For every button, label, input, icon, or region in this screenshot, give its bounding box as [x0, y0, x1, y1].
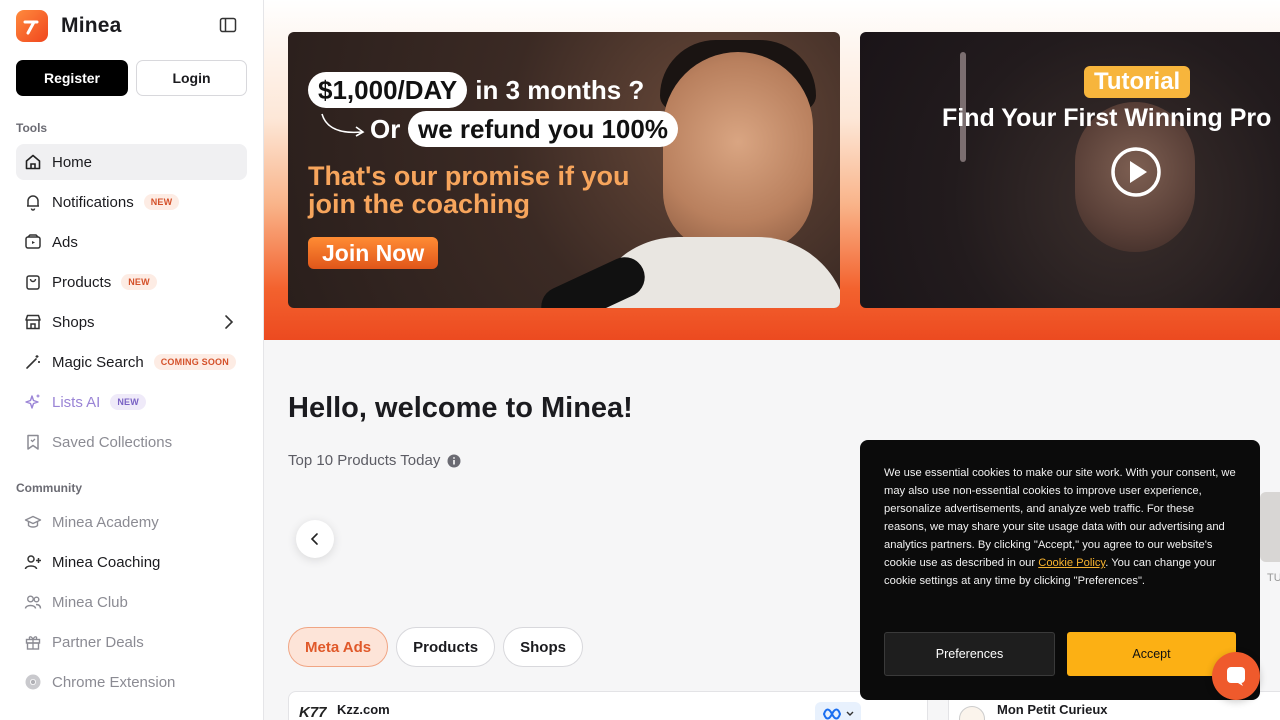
hero-banners: $1,000/DAY in 3 months ? Or we refund yo… — [264, 0, 1280, 340]
chat-icon — [1227, 667, 1245, 686]
store-icon — [24, 313, 42, 331]
minea-logo-icon — [16, 10, 48, 42]
magic-wand-icon — [24, 353, 42, 371]
brand[interactable]: Minea — [16, 10, 122, 42]
sidebar-item-label: Ads — [52, 233, 78, 251]
shop-logo: K77 — [299, 704, 327, 720]
feed-tabs: Meta Ads Products Shops — [288, 627, 583, 667]
headline-text: in 3 months ? — [475, 74, 645, 105]
register-button[interactable]: Register — [16, 60, 128, 96]
ads-icon — [24, 233, 42, 251]
new-badge: NEW — [110, 394, 146, 410]
coaching-banner[interactable]: $1,000/DAY in 3 months ? Or we refund yo… — [288, 32, 840, 308]
sidebar-item-label: Home — [52, 153, 93, 171]
sidebar-item-magic-search[interactable]: Magic Search COMING SOON — [16, 344, 247, 380]
sidebar-item-label: Minea Coaching — [52, 553, 161, 571]
person-photo — [663, 52, 813, 252]
section-community-label: Community — [16, 481, 82, 495]
tab-products[interactable]: Products — [396, 627, 496, 667]
bookmark-icon — [24, 433, 42, 451]
sidebar: Minea Register Login Tools Home Notifica… — [0, 0, 264, 720]
sidebar-item-notifications[interactable]: Notifications NEW — [16, 184, 247, 220]
shopping-bag-icon — [24, 273, 42, 291]
sidebar-item-label: Minea Club — [52, 593, 128, 611]
chrome-icon — [24, 673, 42, 691]
sidebar-item-shops[interactable]: Shops — [16, 304, 247, 340]
arrow-icon — [321, 113, 365, 137]
chat-button[interactable] — [1212, 652, 1260, 700]
brand-name: Minea — [61, 14, 122, 37]
play-icon[interactable] — [1110, 146, 1162, 198]
user-plus-icon — [24, 553, 42, 571]
page-title: Hello, welcome to Minea! — [288, 392, 633, 424]
sidebar-item-saved-collections[interactable]: Saved Collections — [16, 424, 247, 460]
sidebar-item-products[interactable]: Products NEW — [16, 264, 247, 300]
section-tools-label: Tools — [16, 121, 48, 135]
login-button[interactable]: Login — [136, 60, 247, 96]
sidebar-item-label: Saved Collections — [52, 433, 173, 451]
sidebar-collapse-icon[interactable] — [219, 16, 239, 36]
home-icon — [24, 153, 42, 171]
shop-name: Mon Petit Curieux — [997, 702, 1108, 717]
sidebar-item-label: Notifications — [52, 193, 134, 211]
tab-shops[interactable]: Shops — [503, 627, 583, 667]
sidebar-item-label: Partner Deals — [52, 633, 144, 651]
preferences-button[interactable]: Preferences — [884, 632, 1055, 676]
sidebar-item-club[interactable]: Minea Club — [16, 584, 247, 620]
users-icon — [24, 593, 42, 611]
or-text: Or — [370, 114, 401, 144]
shop-name: Kzz.com — [337, 702, 390, 717]
top-products-label: Top 10 Products Today — [288, 452, 441, 469]
sidebar-item-label: Lists AI — [52, 393, 101, 411]
accept-button[interactable]: Accept — [1067, 632, 1236, 676]
coming-soon-badge: COMING SOON — [153, 354, 236, 370]
ad-card[interactable]: K77 Kzz.com — [288, 691, 928, 720]
tutorial-banner[interactable]: Tutorial Find Your First Winning Pro — [860, 32, 1280, 308]
tutorial-title: Find Your First Winning Pro — [942, 104, 1272, 132]
sidebar-item-label: Products — [52, 273, 112, 291]
refund-pill: we refund you 100% — [408, 111, 678, 147]
chevron-left-icon — [310, 533, 318, 545]
bell-icon — [24, 193, 42, 211]
sidebar-item-label: Minea Academy — [52, 513, 159, 531]
sidebar-item-lists-ai[interactable]: Lists AI NEW — [16, 384, 247, 420]
meta-icon — [822, 708, 854, 720]
graduation-cap-icon — [24, 513, 42, 531]
top-products-header: Top 10 Products Today — [288, 452, 461, 469]
carousel-prev-button[interactable] — [296, 520, 334, 558]
tutorial-tag: Tutorial — [1084, 66, 1191, 98]
cookie-policy-link[interactable]: Cookie Policy — [1038, 557, 1105, 569]
product-card-peek[interactable] — [1260, 492, 1280, 562]
cookie-text-part: We use essential cookies to make our sit… — [884, 467, 1236, 569]
sidebar-item-label: Chrome Extension — [52, 673, 176, 691]
new-badge: NEW — [121, 274, 157, 290]
sparkle-icon — [24, 393, 42, 411]
product-card-peek-text: TU — [1267, 572, 1280, 584]
sidebar-item-home[interactable]: Home — [16, 144, 247, 180]
sidebar-item-coaching[interactable]: Minea Coaching — [16, 544, 247, 580]
sidebar-item-label: Shops — [52, 313, 95, 331]
new-badge: NEW — [143, 194, 180, 210]
banner-headline: $1,000/DAY in 3 months ? — [308, 72, 644, 108]
sidebar-item-academy[interactable]: Minea Academy — [16, 504, 247, 540]
amount-pill: $1,000/DAY — [308, 72, 468, 108]
auth-buttons: Register Login — [16, 60, 247, 96]
sidebar-item-ads[interactable]: Ads — [16, 224, 247, 260]
join-now-button[interactable]: Join Now — [308, 237, 439, 269]
sidebar-item-chrome-extension[interactable]: Chrome Extension — [16, 664, 247, 700]
cookie-consent-dialog: We use essential cookies to make our sit… — [860, 440, 1260, 700]
promise-text: That's our promise if you join the coach… — [308, 161, 630, 219]
meta-platform-dropdown[interactable] — [815, 702, 861, 720]
info-icon[interactable] — [447, 454, 461, 468]
chevron-right-icon — [221, 314, 237, 335]
shop-avatar — [959, 706, 985, 720]
sidebar-item-label: Magic Search — [52, 353, 144, 371]
tab-meta-ads[interactable]: Meta Ads — [288, 627, 389, 667]
gift-icon — [24, 633, 42, 651]
sidebar-item-partner-deals[interactable]: Partner Deals — [16, 624, 247, 660]
cookie-text: We use essential cookies to make our sit… — [884, 464, 1239, 590]
